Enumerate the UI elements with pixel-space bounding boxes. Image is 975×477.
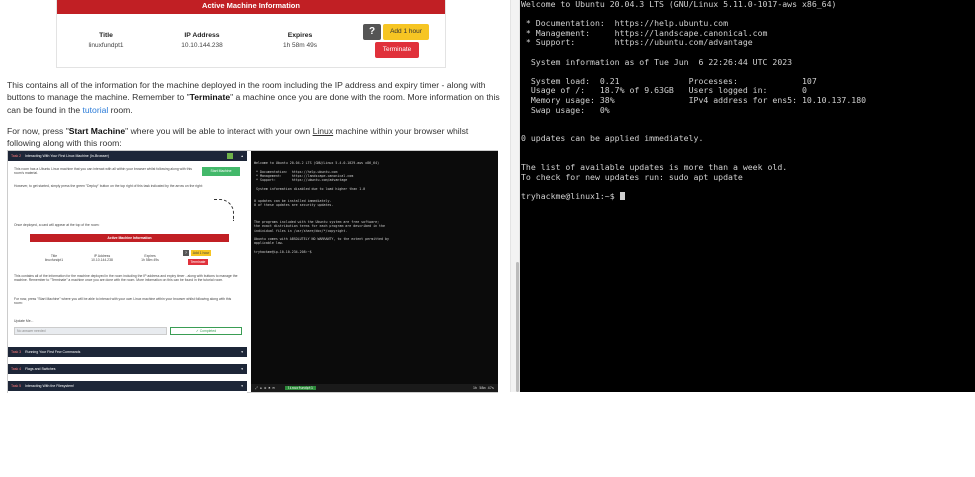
mini-ip-col: IP Address 10.10.144.238 — [82, 254, 122, 262]
mini-task-check-icon — [227, 153, 233, 159]
mini-update-label: Update Me... — [14, 319, 34, 323]
mini-task4-num: Task 5 — [11, 384, 22, 388]
mini-start-machine-button: Start Machine — [202, 167, 240, 176]
room-content-pane: Active Machine Information Title linuxfu… — [0, 0, 510, 477]
terminal-cursor — [619, 191, 625, 200]
mini-terminal-time: 1h 58m 47s — [472, 386, 494, 390]
machine-info-paragraph: This contains all of the information for… — [7, 79, 502, 116]
mini-terminal-tag: linuxfundpt1 — [284, 386, 316, 390]
terminal-line: 0 updates can be applied immediately. — [521, 133, 704, 144]
mini-task1-title: Interacting With Your First Linux Machin… — [25, 154, 109, 158]
terminal-line: Swap usage: 0% — [521, 104, 610, 115]
machine-title-value: linuxfundpt1 — [88, 42, 124, 49]
para2-start-bold: Start Machine — [68, 126, 126, 136]
para1-terminate-bold: Terminate — [189, 92, 231, 103]
mini-exp-value: 1h 58m 49s — [141, 258, 159, 262]
mini-terminal-text: Welcome to Ubuntu 20.04.2 LTS (GNU/Linux… — [254, 161, 389, 254]
machine-help-button[interactable]: ? — [363, 24, 381, 40]
mini-task-header-2: Task 3 Running Your First Few Commands ▾ — [8, 347, 247, 357]
terminal-line: System information as of Tue Jun 6 22:26… — [521, 56, 793, 67]
mini-intro2-text: However, to get started, simply press th… — [14, 184, 203, 188]
chevron-down-icon: ▾ — [241, 367, 243, 371]
machine-expires-column: Expires 1h 58m 49s — [255, 32, 345, 49]
terminal-line: To check for new updates run: sudo apt u… — [521, 171, 743, 182]
chevron-up-icon: ▴ — [241, 154, 243, 158]
start-machine-paragraph: For now, press "Start Machine" where you… — [7, 125, 502, 150]
chevron-down-icon: ▾ — [241, 350, 243, 354]
machine-expires-label: Expires — [287, 32, 313, 39]
machine-ip-label: IP Address — [184, 32, 220, 39]
mini-answer-field: No answer needed — [14, 327, 167, 335]
mini-title-col: Title linuxfundpt1 — [34, 254, 74, 262]
room-screenshot-image: Task 2 Interacting With Your First Linux … — [7, 150, 498, 394]
terminal-line: * Support: https://ubuntu.com/advantage — [521, 37, 753, 48]
terminate-button[interactable]: Terminate — [375, 42, 419, 58]
mini-task4-title: Interacting With the Filesystem! — [25, 384, 74, 388]
tutorial-link[interactable]: tutorial — [83, 105, 109, 115]
active-machine-card: Active Machine Information Title linuxfu… — [56, 0, 446, 68]
terminal-line: Welcome to Ubuntu 20.04.3 LTS (GNU/Linux… — [521, 0, 837, 9]
mini-completed-button: ✓ Completed — [170, 327, 242, 335]
terminal-pane[interactable]: Welcome to Ubuntu 20.04.3 LTS (GNU/Linux… — [520, 0, 975, 392]
mini-help-icon: ? — [183, 250, 189, 256]
para2-linux-underlined: Linux — [312, 126, 334, 136]
mini-task3-num: Task 4 — [11, 367, 22, 371]
machine-ip-value: 10.10.144.238 — [181, 42, 223, 49]
mini-intro-text: This room has a Ubuntu Linux machine tha… — [14, 167, 192, 176]
mini-task1-num: Task 2 — [11, 154, 22, 158]
para1-text-d: room. — [108, 104, 133, 115]
mini-room-view: Task 2 Interacting With Your First Linux … — [8, 151, 247, 394]
mini-task-header-4: Task 5 Interacting With the Filesystem! ▾ — [8, 381, 247, 391]
curved-arrow-icon — [214, 199, 234, 221]
terminal-output: Welcome to Ubuntu 20.04.3 LTS (GNU/Linux… — [521, 0, 975, 201]
para2-text-a: For now, press " — [7, 126, 69, 136]
mini-task2-num: Task 3 — [11, 350, 22, 354]
mini-task-header-1: Task 2 Interacting With Your First Linux … — [8, 151, 247, 161]
mini-ip-value: 10.10.144.238 — [91, 258, 113, 262]
machine-expires-value: 1h 58m 49s — [283, 42, 317, 49]
mini-terminate: Terminate — [188, 259, 208, 265]
machine-title-column: Title linuxfundpt1 — [61, 32, 151, 49]
active-machine-header: Active Machine Information — [57, 0, 445, 14]
mini-deployed-text: Once deployed, a card will appear at the… — [14, 223, 100, 227]
mini-task-header-3: Task 4 Flags and Switches ▾ — [8, 364, 247, 374]
add-hour-button[interactable]: Add 1 hour — [383, 24, 429, 40]
mini-terminal-view: Welcome to Ubuntu 20.04.2 LTS (GNU/Linux… — [251, 151, 498, 392]
scrollbar-thumb[interactable] — [516, 262, 519, 392]
mini-card-header: Active Machine Information — [30, 234, 229, 242]
mini-para-a: This contains all of the information for… — [14, 274, 238, 283]
mini-add-hour: Add 1 hour — [191, 250, 211, 256]
machine-title-label: Title — [99, 32, 113, 39]
mini-title-value: linuxfundpt1 — [44, 258, 64, 262]
machine-ip-column: IP Address 10.10.144.238 — [157, 32, 247, 49]
chevron-down-icon: ▾ — [241, 384, 243, 388]
terminal-line: tryhackme@linux1:~$ — [521, 191, 975, 202]
mini-exp-col: Expires 1h 58m 49s — [130, 254, 170, 262]
mini-task2-title: Running Your First Few Commands — [25, 350, 81, 354]
para2-text-c: " where you will be able to interact wit… — [125, 126, 313, 136]
mini-para-b: For now, press "Start Machine" where you… — [14, 297, 232, 306]
mini-terminal-statusbar: ⤢ ✚ ⚙ ✖ ⊟ linuxfundpt1 1h 58m 47s — [251, 384, 498, 392]
mini-task3-title: Flags and Switches — [25, 367, 56, 371]
